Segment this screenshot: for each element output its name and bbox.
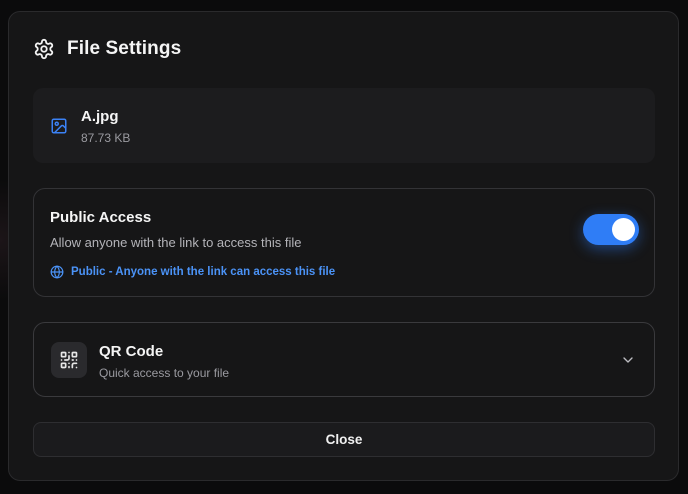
- qr-code-section[interactable]: QR Code Quick access to your file: [33, 322, 655, 397]
- qr-icon-container: [51, 342, 87, 378]
- file-settings-dialog: File Settings A.jpg 87.73 KB Public Acce…: [8, 11, 679, 481]
- toggle-knob: [612, 218, 635, 241]
- qr-code-title: QR Code: [99, 343, 164, 360]
- gear-icon: [34, 38, 54, 60]
- image-file-icon: [51, 118, 67, 134]
- dialog-title: File Settings: [67, 38, 182, 59]
- dialog-header: File Settings: [33, 38, 181, 60]
- qr-code-subtitle: Quick access to your file: [99, 366, 230, 380]
- public-access-description: Allow anyone with the link to access thi…: [50, 235, 302, 250]
- chevron-down-icon[interactable]: [620, 352, 636, 368]
- file-size: 87.73 KB: [81, 131, 131, 145]
- qr-code-icon: [60, 351, 78, 369]
- public-access-toggle[interactable]: [583, 214, 639, 245]
- public-access-status: Public - Anyone with the link can access…: [50, 265, 335, 279]
- close-button[interactable]: Close: [33, 422, 655, 457]
- public-access-title: Public Access: [50, 209, 152, 226]
- file-name: A.jpg: [81, 108, 119, 125]
- public-access-status-text: Public - Anyone with the link can access…: [71, 266, 336, 278]
- globe-icon: [50, 265, 64, 279]
- file-info-card: A.jpg 87.73 KB: [33, 88, 655, 163]
- public-access-card: Public Access Allow anyone with the link…: [33, 188, 655, 297]
